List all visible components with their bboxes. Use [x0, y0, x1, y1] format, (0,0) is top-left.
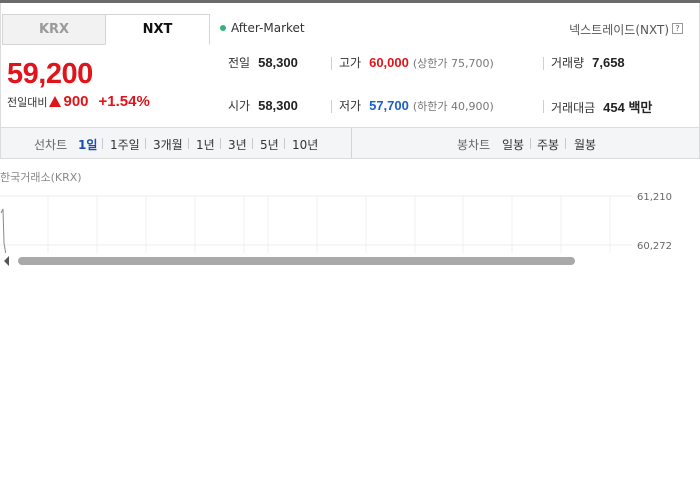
tab-divider	[2, 44, 106, 45]
stat-value: 454 백만	[603, 100, 653, 115]
candle-weekly[interactable]: 주봉	[537, 136, 559, 153]
change-amount: 900	[63, 93, 89, 110]
period-1d[interactable]: 1일	[78, 136, 97, 153]
stat-label: 고가	[339, 56, 362, 70]
stat-sub: (하한가 40,900)	[412, 100, 494, 113]
chart-grid	[0, 195, 632, 255]
scroll-left-arrow-icon[interactable]	[4, 256, 9, 266]
period-separator	[188, 138, 189, 149]
period-separator	[145, 138, 146, 149]
stat-label: 거래량	[551, 56, 585, 70]
quote-panel: KRX NXT After-Market 넥스트레이드(NXT) ? 59,20…	[0, 3, 700, 128]
price-line	[0, 208, 7, 255]
period-separator	[252, 138, 253, 149]
period-3y[interactable]: 3년	[228, 136, 247, 153]
period-separator	[220, 138, 221, 149]
scrollbar-thumb[interactable]	[18, 257, 575, 265]
stat-value: 58,300	[258, 55, 298, 70]
stat-value: 57,700	[369, 98, 409, 113]
stat-value: 60,000	[369, 55, 409, 70]
candle-daily[interactable]: 일봉	[502, 136, 524, 153]
chartbar-divider	[351, 128, 352, 158]
stat-low: 저가 57,700 (하한가 40,900)	[339, 97, 494, 114]
chart-title: 한국거래소(KRX)	[0, 171, 82, 184]
current-price: 59,200	[7, 58, 93, 90]
stat-label: 거래대금	[551, 101, 596, 115]
period-10y[interactable]: 10년	[292, 136, 318, 153]
period-1y[interactable]: 1년	[196, 136, 215, 153]
stat-high: 고가 60,000 (상한가 75,700)	[339, 54, 494, 71]
stat-separator	[331, 100, 332, 113]
stat-separator	[331, 57, 332, 70]
stat-sub: (상한가 75,700)	[412, 57, 494, 70]
line-chart-label: 선차트	[34, 138, 68, 152]
stat-label: 시가	[228, 99, 251, 113]
stat-volume: 거래량 7,658	[551, 54, 625, 71]
y-tick-label: 61,210	[637, 192, 672, 203]
stat-label: 전일	[228, 56, 251, 70]
up-triangle-icon	[49, 96, 62, 107]
price-chart: 61,210 60,272	[0, 192, 672, 255]
y-tick-label: 60,272	[637, 241, 672, 252]
tab-nxt[interactable]: NXT	[105, 14, 210, 45]
period-3m[interactable]: 3개월	[153, 136, 183, 153]
change-label: 전일대비	[7, 95, 48, 109]
change-percent: +1.54%	[98, 93, 150, 110]
period-separator	[530, 138, 531, 149]
stat-prev-close: 전일 58,300	[228, 54, 298, 71]
candle-chart-label: 봉차트	[457, 138, 491, 152]
period-separator	[565, 138, 566, 149]
price-change: 전일대비 900 +1.54%	[7, 93, 150, 110]
period-separator	[102, 138, 103, 149]
status-dot-icon	[220, 25, 226, 31]
stat-value: 58,300	[258, 98, 298, 113]
session-status: After-Market	[220, 21, 305, 35]
session-label: After-Market	[231, 21, 305, 35]
period-separator	[284, 138, 285, 149]
stat-value: 7,658	[592, 55, 625, 70]
stat-open: 시가 58,300	[228, 97, 298, 114]
help-icon[interactable]: ?	[672, 23, 683, 34]
period-5y[interactable]: 5년	[260, 136, 279, 153]
stat-label: 저가	[339, 99, 362, 113]
stat-amount: 거래대금 454 백만	[551, 97, 652, 116]
chart-period-bar: 선차트 1일 1주일 3개월 1년 3년 5년 10년 봉차트 일봉 주봉 월봉	[0, 128, 700, 159]
stat-separator	[543, 57, 544, 70]
candle-monthly[interactable]: 월봉	[574, 136, 596, 153]
market-name: 넥스트레이드(NXT)	[569, 23, 669, 37]
tab-krx[interactable]: KRX	[2, 14, 106, 45]
period-1w[interactable]: 1주일	[110, 136, 140, 153]
stat-separator	[543, 100, 544, 113]
